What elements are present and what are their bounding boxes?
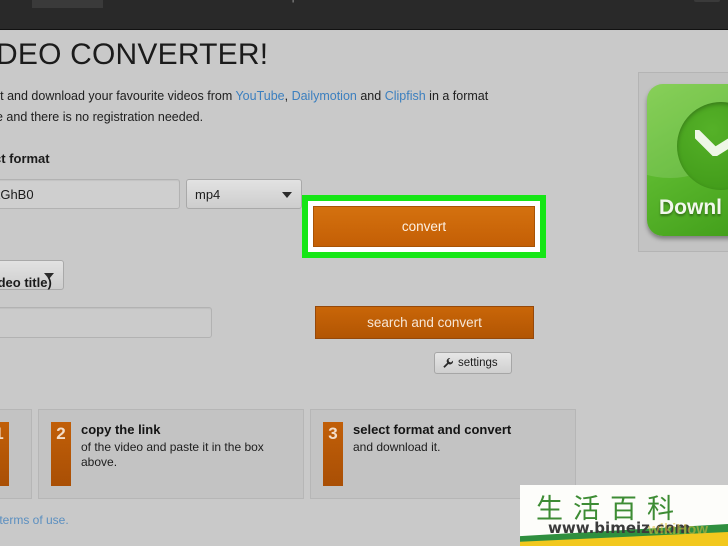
nav-item-share[interactable]: ■ Share xyxy=(179,0,250,8)
step-body-3: select format and convert and download i… xyxy=(353,422,511,498)
nav-item-spacer xyxy=(0,0,32,8)
intro-sep-2: and xyxy=(356,89,385,103)
nav-item-home-label: Home xyxy=(57,0,86,3)
link-clipfish[interactable]: Clipfish xyxy=(385,89,426,103)
share-icon: ■ xyxy=(195,0,200,2)
video-url-input[interactable] xyxy=(0,179,180,209)
nav-item-tools[interactable]: ■ Tools xyxy=(314,0,381,8)
select-format-label: ct format xyxy=(0,151,50,166)
step-heading-3: select format and convert xyxy=(353,422,512,437)
page-title: DEO CONVERTER! xyxy=(0,38,269,71)
nav-item-list: ■ Home ■ Search ■ Share ■ Help ■ Tools ■… xyxy=(0,0,451,8)
link-dailymotion[interactable]: Dailymotion xyxy=(292,89,357,103)
step-heading-2: copy the link xyxy=(81,422,161,437)
settings-button-label: settings xyxy=(458,357,498,369)
format-select[interactable]: mp4 xyxy=(186,179,302,209)
step-number-2: 2 xyxy=(51,422,71,486)
download-badge[interactable]: Downl xyxy=(647,84,728,236)
wrench-icon xyxy=(443,358,454,368)
intro-text-line2: e and there is no registration needed. xyxy=(0,110,204,124)
intro-text-prefix: rt and download your favourite videos fr… xyxy=(0,89,236,103)
video-title-label: ideo title) xyxy=(0,275,52,290)
nav-item-home[interactable]: ■ Home xyxy=(32,0,103,8)
nav-item-help[interactable]: ■ Help xyxy=(250,0,314,8)
convert-button-highlight-inner: convert xyxy=(308,201,540,252)
watermark: 生活百科 www.bimeiz.com wikiHow xyxy=(520,485,728,546)
home-icon: ■ xyxy=(48,0,53,2)
footer-text: g our terms of use. xyxy=(0,513,69,527)
terms-of-use-link[interactable]: terms of use. xyxy=(0,513,69,527)
step-number-3: 3 xyxy=(323,422,343,486)
step-card-2: 2 copy the link of the video and paste i… xyxy=(38,409,304,499)
chevron-down-icon xyxy=(282,192,292,198)
nav-item-help-label: Help xyxy=(275,0,298,3)
tools-icon: ■ xyxy=(330,0,335,2)
step-description-2: of the video and paste it in the box abo… xyxy=(81,440,264,469)
intro-paragraph: rt and download your favourite videos fr… xyxy=(0,86,536,128)
nav-item-search-label: Search xyxy=(128,0,163,3)
page-content: DEO CONVERTER! rt and download your favo… xyxy=(0,31,728,546)
settings-button[interactable]: settings xyxy=(434,352,512,374)
link-youtube[interactable]: YouTube xyxy=(235,89,284,103)
convert-button-highlight: convert xyxy=(302,195,546,258)
intro-sep-1: , xyxy=(284,89,292,103)
nav-item-tools-label: Tools xyxy=(339,0,365,3)
search-and-convert-button[interactable]: search and convert xyxy=(315,306,534,339)
nav-item-search[interactable]: ■ Search xyxy=(103,0,179,8)
screenshot-root: ■ Home ■ Search ■ Share ■ Help ■ Tools ■… xyxy=(0,0,728,546)
nav-menu-button[interactable] xyxy=(694,0,720,2)
convert-button[interactable]: convert xyxy=(313,206,535,247)
search-icon: ■ xyxy=(119,0,124,2)
step-body-2: copy the link of the video and paste it … xyxy=(81,422,293,498)
download-panel: Downl xyxy=(638,72,728,252)
format-select-value: mp4 xyxy=(195,186,221,202)
search-input[interactable] xyxy=(0,307,212,338)
step-number-1: 1 xyxy=(0,422,9,486)
download-badge-label: Downl xyxy=(659,196,722,219)
step-card-list: 1 2 copy the link of the video and paste… xyxy=(0,409,576,499)
step-description-3: and download it. xyxy=(353,440,441,454)
step-card-1: 1 xyxy=(0,409,32,499)
top-navigation-bar: ■ Home ■ Search ■ Share ■ Help ■ Tools ■… xyxy=(0,0,728,30)
intro-text-suffix: in a format xyxy=(425,89,489,103)
help-icon: ■ xyxy=(266,0,271,2)
nav-item-about-label: About xyxy=(407,0,436,3)
nav-item-about[interactable]: ■ About xyxy=(381,0,451,8)
about-icon: ■ xyxy=(397,0,402,2)
check-download-icon xyxy=(695,130,728,156)
watermark-ghost-text: wikiHow xyxy=(648,521,709,538)
nav-item-share-label: Share xyxy=(205,0,234,3)
